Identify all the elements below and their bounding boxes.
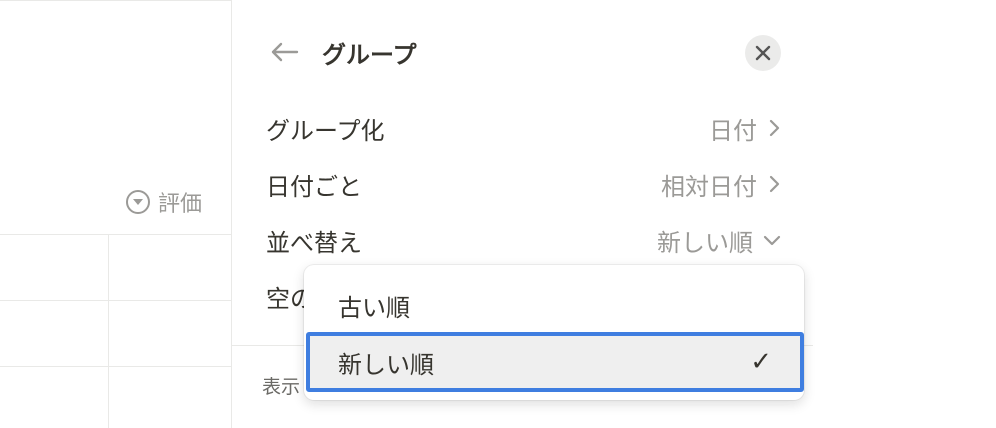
column-header-label: 評価 [158, 192, 203, 217]
group-by-label: グループ化 [266, 116, 385, 145]
table-row-divider [0, 366, 232, 367]
sort-value-wrap: 新しい順 [657, 223, 781, 258]
checkmark-icon: ✓ [750, 347, 772, 377]
menu-item-label: 古い順 [338, 293, 410, 322]
panel-title: グループ [322, 40, 417, 69]
chevron-right-icon [769, 175, 780, 193]
arrow-left-icon [271, 42, 299, 62]
table-row-divider [0, 300, 232, 301]
dropdown-circle-icon [126, 190, 150, 214]
chevron-down-icon [763, 235, 781, 246]
sort-label: 並べ替え [266, 228, 362, 257]
table-area: 評価 [0, 0, 232, 428]
chevron-right-icon [769, 119, 780, 137]
sort-value: 新しい順 [657, 228, 753, 257]
table-column-divider [108, 234, 109, 428]
group-by-value-wrap: 日付 [709, 111, 781, 146]
date-by-value-wrap: 相対日付 [661, 167, 781, 202]
date-by-row[interactable]: 日付ごと 相対日付 [266, 156, 781, 212]
close-button[interactable] [745, 35, 781, 71]
table-row-divider [0, 234, 232, 235]
close-icon [755, 45, 771, 61]
column-header-rating[interactable]: 評価 [126, 186, 202, 218]
menu-item-newest-first[interactable]: 新しい順 ✓ [306, 332, 804, 392]
sort-row[interactable]: 並べ替え 新しい順 [266, 212, 781, 268]
group-by-value: 日付 [709, 116, 757, 145]
visibility-section-label: 表示 [262, 376, 301, 398]
date-by-label: 日付ごと [266, 172, 362, 201]
sort-order-menu: 古い順 新しい順 ✓ [304, 265, 804, 400]
panel-header: グループ [266, 30, 786, 74]
back-button[interactable] [266, 34, 302, 70]
menu-item-oldest-first[interactable]: 古い順 [308, 277, 800, 333]
menu-item-label: 新しい順 [338, 350, 434, 379]
group-by-row[interactable]: グループ化 日付 [266, 100, 781, 156]
date-by-value: 相対日付 [661, 172, 757, 201]
